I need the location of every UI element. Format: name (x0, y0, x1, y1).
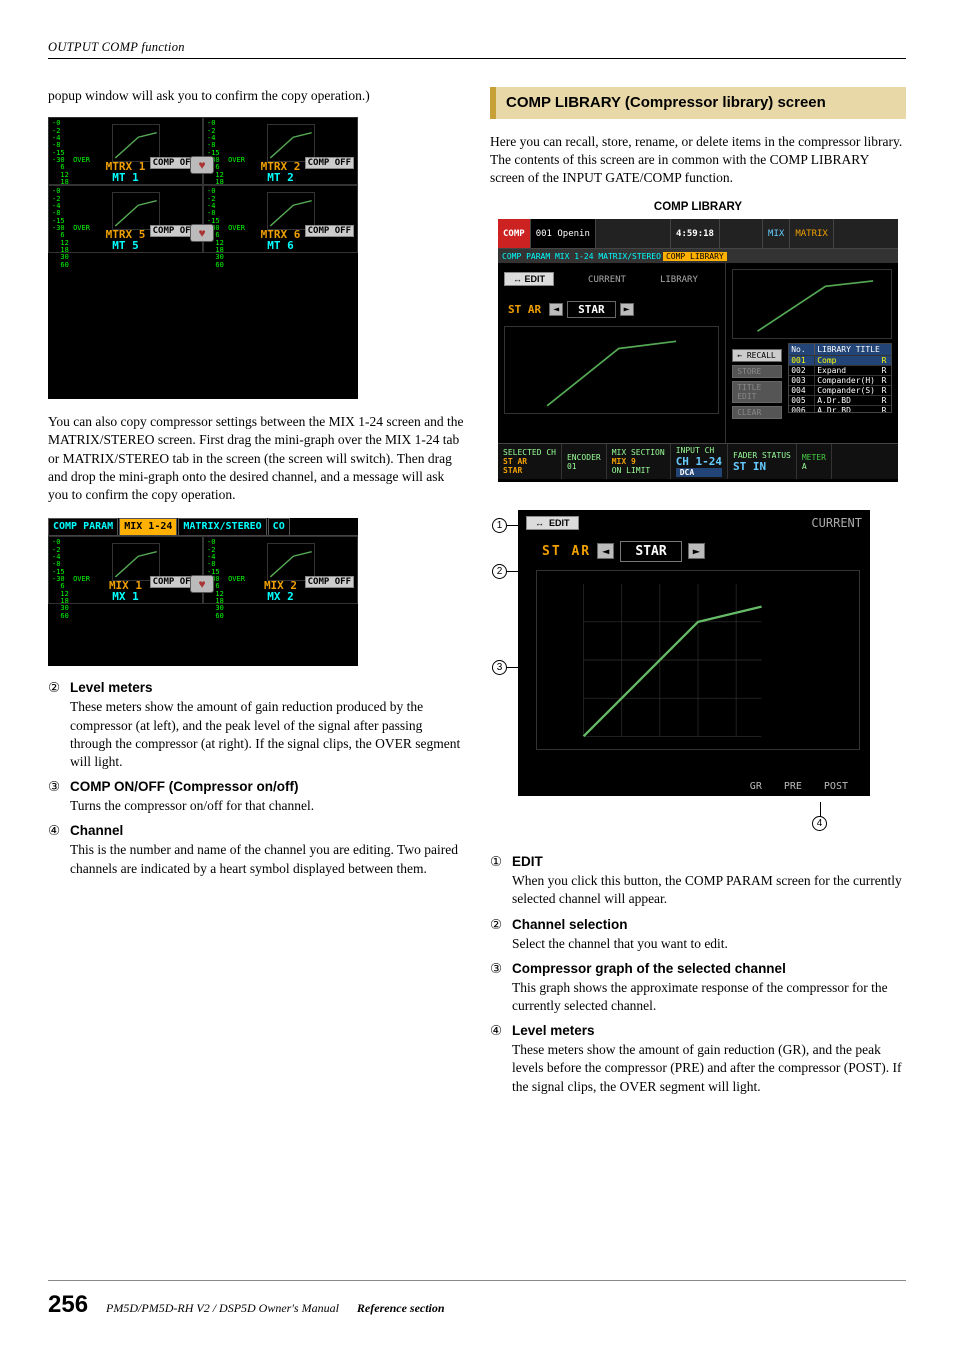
ch-current: STAR (620, 541, 681, 562)
item-heading: Channel (70, 823, 123, 839)
comp-graph-small (504, 326, 719, 414)
edit-button[interactable]: ↔ EDIT (526, 516, 579, 530)
recall-button[interactable]: ← RECALL (732, 349, 782, 362)
tab-comp-library[interactable]: COMP LIBRARY (663, 252, 727, 261)
store-button[interactable]: STORE (732, 365, 782, 378)
section-heading-comp-library: COMP LIBRARY (Compressor library) screen (490, 87, 906, 119)
item-body: Select the channel that you want to edit… (512, 935, 906, 953)
mode-badge: COMP (498, 219, 531, 248)
ch-next-small[interactable]: ► (620, 303, 634, 316)
meter-matrix: MATRIX (790, 219, 834, 248)
screen-tab[interactable]: COMP PARAM (48, 518, 118, 535)
item-number: ② (490, 917, 506, 933)
item-body: This graph shows the approximate respons… (512, 979, 906, 1015)
callout-1: 1 (492, 518, 507, 533)
pair-heart-icon: ♥ (190, 156, 214, 174)
library-row[interactable]: 005A.Dr.BDR (789, 395, 891, 405)
page-number: 256 (48, 1291, 88, 1319)
item-heading: EDIT (512, 854, 543, 870)
figure-label: COMP LIBRARY (490, 201, 906, 213)
clear-button[interactable]: CLEAR (732, 406, 782, 419)
meter-mix: MIX (763, 219, 790, 248)
ch-prev-small[interactable]: ◄ (549, 303, 563, 316)
scene-display: 001 Openin (531, 219, 596, 248)
item-heading: Level meters (70, 680, 153, 696)
current-label: CURRENT (811, 516, 862, 530)
page-footer: 256 PM5D/PM5D-RH V2 / DSP5D Owner's Manu… (48, 1280, 906, 1319)
screen-tab[interactable]: MATRIX/STEREO (178, 518, 266, 535)
item-number: ③ (490, 961, 506, 977)
channel-name: ST AR (542, 544, 591, 559)
mini-graph-cell[interactable]: -0-2-4-8-15-30 OVER 6 12 18 30 60COMP OF… (48, 185, 203, 253)
meter-label-pre: PRE (784, 781, 802, 792)
mini-graph-cell[interactable]: -0-2-4-8-15-30 OVER 6 12 18 30 60COMP OF… (48, 117, 203, 185)
title-edit-button[interactable]: TITLE EDIT (732, 381, 782, 403)
callout-3: 3 (492, 660, 507, 675)
right-intro: Here you can recall, store, rename, or d… (490, 133, 906, 188)
item-body: When you click this button, the COMP PAR… (512, 872, 906, 908)
edit-button-small[interactable]: ↔ EDIT (504, 272, 554, 286)
callout-2: 2 (492, 564, 507, 579)
item-body: Turns the compressor on/off for that cha… (70, 797, 464, 815)
ch-current-small: STAR (567, 301, 616, 318)
channel-name-small: ST AR (504, 303, 545, 316)
item-body: These meters show the amount of gain red… (512, 1041, 906, 1096)
item-heading: Level meters (512, 1023, 595, 1039)
screen-tab[interactable]: CO (268, 518, 290, 535)
mini-graph-cell[interactable]: -0-2-4-8-15-30 OVER 6 12 18 30 60COMP OF… (48, 536, 203, 604)
meter-label-gr: GR (750, 781, 762, 792)
library-row[interactable]: 001CompR (789, 355, 891, 365)
mini-graph-cell[interactable]: -0-2-4-8-15-30 OVER 6 12 18 30 60COMP OF… (203, 185, 358, 253)
item-heading: Compressor graph of the selected channel (512, 961, 786, 977)
meter-label-post: POST (824, 781, 848, 792)
page-header: OUTPUT COMP function (48, 40, 906, 59)
item-body: This is the number and name of the chann… (70, 841, 464, 877)
lib-preview-graph (732, 269, 892, 339)
compressor-graph (536, 570, 860, 750)
mini-graph-cell[interactable]: -0-2-4-8-15-30 OVER 6 12 18 30 60COMP OF… (203, 117, 358, 185)
ch-prev[interactable]: ◄ (597, 543, 614, 559)
bank-screenshot-2: COMP PARAMMIX 1-24MATRIX/STEREOCO -0-2-4… (48, 518, 358, 666)
library-row[interactable]: 003Compander(H)R (789, 375, 891, 385)
library-row[interactable]: 002ExpandR (789, 365, 891, 375)
library-row[interactable]: 004Compander(S)R (789, 385, 891, 395)
item-body: These meters show the amount of gain red… (70, 698, 464, 771)
callout-4: 4 (812, 816, 827, 831)
library-table[interactable]: No.LIBRARY TITLE 001CompR002ExpandR003Co… (788, 343, 892, 413)
item-number: ③ (48, 779, 64, 795)
library-row[interactable]: 006A.Dr.BDR (789, 405, 891, 413)
item-heading: Channel selection (512, 917, 628, 933)
item-number: ④ (490, 1023, 506, 1039)
item-number: ④ (48, 823, 64, 839)
comp-library-screenshot: COMP 001 Openin 4:59:18 MIX MATRIX COMP … (498, 219, 898, 482)
ch-next[interactable]: ► (688, 543, 705, 559)
screen-tab[interactable]: MIX 1-24 (119, 518, 177, 535)
pair-heart-icon: ♥ (190, 575, 214, 593)
left-midpara: You can also copy compressor settings be… (48, 413, 464, 504)
item-number: ① (490, 854, 506, 870)
item-heading: COMP ON/OFF (Compressor on/off) (70, 779, 299, 795)
bank-screenshot-1: -0-2-4-8-15-30 OVER 6 12 18 30 60COMP OF… (48, 117, 358, 399)
pair-heart-icon: ♥ (190, 224, 214, 242)
comp-library-detail: 1 2 3 4 ↔ EDIT CURRENT ST AR ◄ STAR ► (518, 510, 898, 830)
time-display: 4:59:18 (671, 219, 720, 248)
item-number: ② (48, 680, 64, 696)
mini-graph-cell[interactable]: -0-2-4-8-15-30 OVER 6 12 18 30 60COMP OF… (203, 536, 358, 604)
left-intro: popup window will ask you to confirm the… (48, 87, 464, 105)
